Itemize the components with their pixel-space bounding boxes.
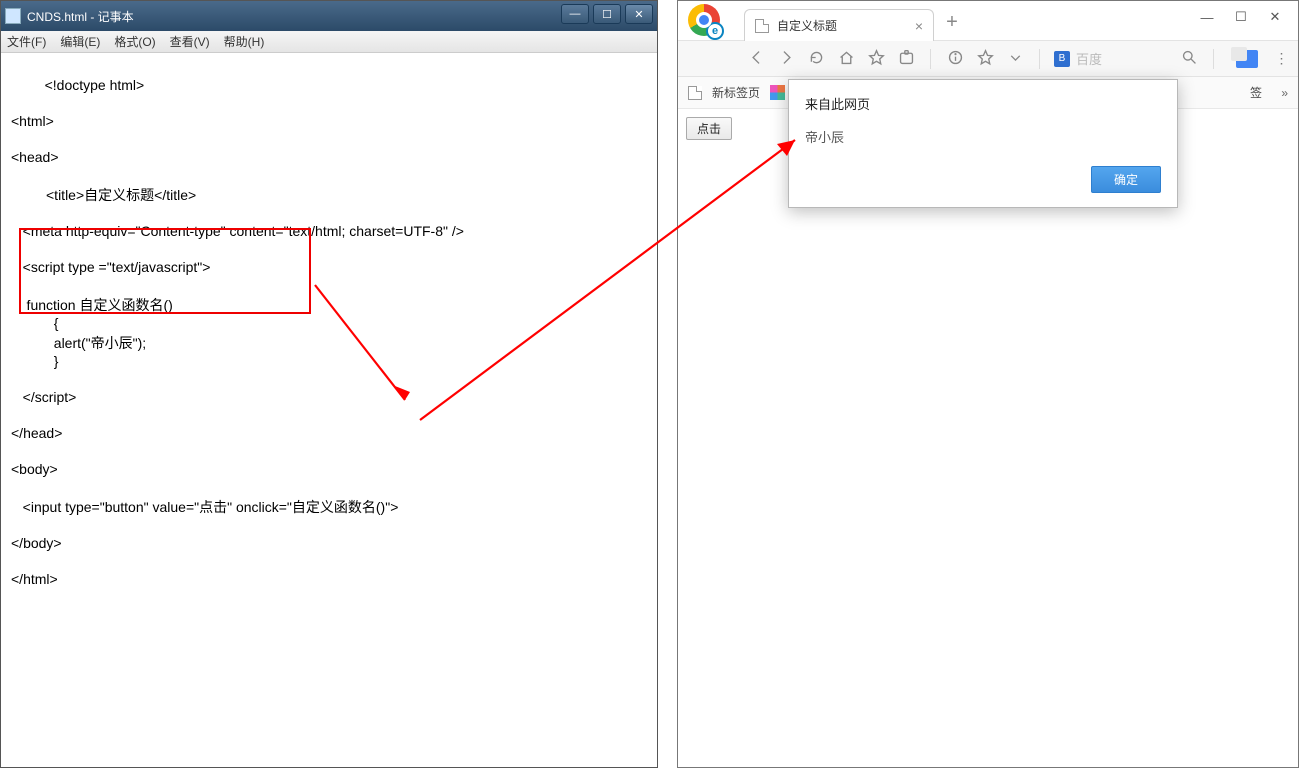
- chrome-logo-icon: e: [688, 4, 720, 36]
- chevron-down-icon[interactable]: [1005, 49, 1025, 69]
- browser-tabstrip: e 自定义标题 × + — ☐ ✕: [678, 1, 1298, 41]
- extension-icon[interactable]: [896, 49, 916, 69]
- notepad-text-area[interactable]: <!doctype html> <html> <head> <title>自定义…: [1, 53, 657, 767]
- menu-format[interactable]: 格式(O): [114, 33, 155, 50]
- browser-minimize-button[interactable]: —: [1190, 5, 1224, 29]
- browser-toolbar: B 百度 ⋮: [678, 41, 1298, 77]
- tab-title: 自定义标题: [777, 17, 837, 34]
- maximize-button[interactable]: ☐: [593, 4, 621, 24]
- search-placeholder: 百度: [1076, 49, 1102, 68]
- notepad-menubar: 文件(F) 编辑(E) 格式(O) 查看(V) 帮助(H): [1, 31, 657, 53]
- menu-file[interactable]: 文件(F): [7, 33, 46, 50]
- forward-button[interactable]: [776, 49, 796, 69]
- toolbar-separator-2: [1039, 49, 1040, 69]
- bookmark-cropped-text: 签: [1250, 84, 1262, 101]
- translate-icon[interactable]: [1236, 50, 1258, 68]
- close-button[interactable]: ✕: [625, 4, 653, 24]
- browser-page: 点击 来自此网页 帝小辰 确定: [678, 109, 1298, 767]
- page-click-button[interactable]: 点击: [686, 117, 732, 140]
- search-icon[interactable]: [1179, 49, 1199, 69]
- browser-window-buttons: — ☐ ✕: [1190, 5, 1292, 29]
- notepad-window: CNDS.html - 记事本 — ☐ ✕ 文件(F) 编辑(E) 格式(O) …: [0, 0, 658, 768]
- info-icon[interactable]: [945, 49, 965, 69]
- back-button[interactable]: [746, 49, 766, 69]
- toolbar-separator-3: [1213, 49, 1214, 69]
- favorite-star-icon[interactable]: [975, 49, 995, 69]
- menu-help[interactable]: 帮助(H): [224, 33, 265, 50]
- notepad-code: <!doctype html> <html> <head> <title>自定义…: [11, 77, 464, 587]
- notepad-title: CNDS.html - 记事本: [27, 8, 134, 25]
- minimize-button[interactable]: —: [561, 4, 589, 24]
- alert-message: 帝小辰: [805, 127, 1161, 146]
- browser-maximize-button[interactable]: ☐: [1224, 5, 1258, 29]
- browser-window: e 自定义标题 × + — ☐ ✕: [677, 0, 1299, 768]
- new-tab-button[interactable]: +: [938, 8, 966, 36]
- alert-title: 来自此网页: [805, 94, 1161, 113]
- toolbar-separator: [930, 49, 931, 69]
- e-browser-badge-icon: e: [706, 22, 724, 40]
- browser-logo[interactable]: e: [678, 0, 730, 40]
- browser-close-button[interactable]: ✕: [1258, 5, 1292, 29]
- bookmark-colored-icon[interactable]: [770, 85, 785, 100]
- reload-button[interactable]: [806, 49, 826, 69]
- notepad-titlebar[interactable]: CNDS.html - 记事本 — ☐ ✕: [1, 1, 657, 31]
- search-box[interactable]: B 百度: [1054, 49, 1169, 68]
- menu-button[interactable]: ⋮: [1272, 50, 1292, 67]
- baidu-icon: B: [1054, 51, 1070, 67]
- star-outline-icon[interactable]: [866, 49, 886, 69]
- alert-ok-button[interactable]: 确定: [1091, 166, 1161, 193]
- menu-edit[interactable]: 编辑(E): [60, 33, 100, 50]
- notepad-window-buttons: — ☐ ✕: [557, 4, 653, 24]
- page-icon: [755, 19, 769, 33]
- bookmark-new-tab[interactable]: 新标签页: [712, 84, 760, 101]
- bookmarks-overflow-icon[interactable]: »: [1281, 86, 1288, 100]
- home-button[interactable]: [836, 49, 856, 69]
- notepad-app-icon: [5, 8, 21, 24]
- bookmark-page-icon: [688, 86, 702, 100]
- menu-view[interactable]: 查看(V): [170, 33, 210, 50]
- browser-tab-active[interactable]: 自定义标题 ×: [744, 9, 934, 41]
- tab-close-icon[interactable]: ×: [915, 18, 923, 34]
- js-alert-dialog: 来自此网页 帝小辰 确定: [788, 79, 1178, 208]
